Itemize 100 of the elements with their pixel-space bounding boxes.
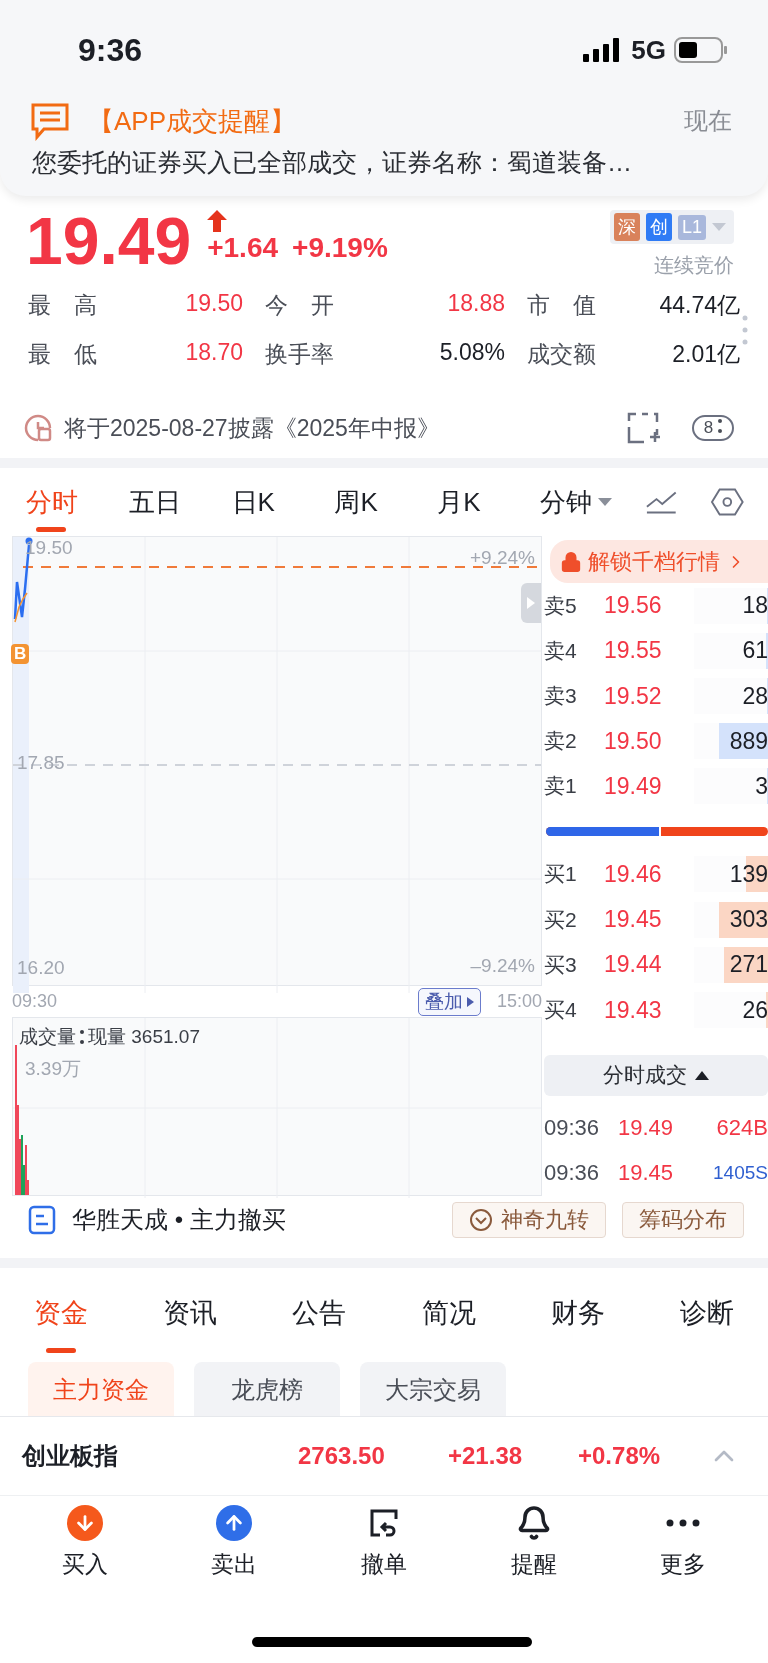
notification-card[interactable]: 9:36 5G 【APP成交提醒】 现在 您委托的证券买入已全部成交，证券名称：蜀道装备…: [0, 0, 768, 196]
notification-time: 现在: [684, 106, 732, 136]
index-name: 创业板指: [22, 1441, 119, 1471]
nav-item[interactable]: 更多: [623, 1504, 744, 1581]
bid-price: 19.46: [604, 861, 663, 888]
ask-level: 卖4: [544, 637, 578, 664]
chevron-circle-icon: [469, 1208, 493, 1232]
settings-icon[interactable]: [711, 487, 744, 517]
index-ticker[interactable]: 创业板指 2763.50 +21.38 +0.78%: [0, 1416, 768, 1496]
signal-text[interactable]: 华胜天成 • 主力撤买: [72, 1204, 436, 1236]
notification-body: 您委托的证券买入已全部成交，证券名称：蜀道装备…: [31, 147, 633, 178]
bid-level: 买1: [544, 861, 578, 888]
battery-icon: [674, 37, 728, 63]
ask-price: 19.52: [604, 682, 663, 710]
chart-tab[interactable]: 五日: [126, 472, 230, 532]
nav-item[interactable]: 撤单: [324, 1504, 444, 1581]
axis-label: 16.20: [17, 956, 65, 979]
chart-tab[interactable]: 分时: [24, 472, 127, 532]
caret-icon: [712, 223, 726, 231]
more-vertical-icon[interactable]: [80, 1029, 84, 1046]
signal-button[interactable]: 神奇九转: [452, 1202, 606, 1238]
time-label: 15:00: [496, 991, 542, 1012]
volume-label: 成交量: [19, 1025, 76, 1050]
bid-price: 19.45: [604, 906, 663, 934]
trade-volume: 1405S: [712, 1162, 768, 1185]
bid-level: 买3: [544, 951, 578, 978]
overlay-button[interactable]: 叠加: [417, 987, 481, 1016]
bid-volume: 271: [729, 951, 768, 979]
screenshot-icon[interactable]: [625, 411, 660, 445]
axis-label: +9.24%: [470, 547, 535, 569]
more-vertical-icon: [718, 419, 722, 433]
sub-tab[interactable]: 大宗交易: [360, 1362, 506, 1416]
section-tab[interactable]: 诊断: [679, 1285, 734, 1353]
ask-price: 19.50: [604, 727, 663, 755]
disclosure-notice[interactable]: 将于2025-08-27披露《2025年中报》: [64, 412, 616, 444]
trade-time: 09:36: [544, 1160, 601, 1187]
stat-value: 19.50: [185, 290, 243, 318]
chart-tab[interactable]: 月K: [435, 472, 538, 532]
section-tab[interactable]: 财务: [550, 1285, 605, 1353]
up-arrow-icon: [207, 210, 228, 232]
time-label: 09:30: [12, 991, 58, 1012]
stat-value: 18.88: [447, 290, 505, 318]
market-tag: L1: [677, 214, 706, 240]
nav-item[interactable]: 卖出: [174, 1504, 295, 1581]
caret-icon: [598, 498, 612, 506]
market-tag: 创: [645, 213, 672, 241]
current-volume: 现量 3651.07: [88, 1025, 200, 1050]
signal-button[interactable]: 筹码分布: [622, 1202, 744, 1238]
bid-level: 买2: [544, 906, 578, 933]
ask-price: 19.56: [604, 592, 663, 620]
section-tab[interactable]: 资讯: [163, 1285, 218, 1353]
bid-price: 19.44: [604, 951, 663, 979]
market-tag: 深: [613, 213, 640, 241]
line-chart-icon[interactable]: [644, 489, 678, 515]
ask-level: 卖1: [544, 773, 578, 800]
stat-value: 2.01亿: [672, 340, 740, 369]
caret-up-icon: [695, 1070, 709, 1080]
section-tab[interactable]: 公告: [292, 1285, 347, 1353]
nav-item[interactable]: 买入: [24, 1504, 145, 1581]
report-icon: [22, 412, 54, 444]
chart-tab[interactable]: 分钟: [538, 472, 641, 532]
trade-price: 19.45: [618, 1160, 675, 1187]
trading-status: 连续竞价: [654, 253, 734, 278]
stat-label: 成交额: [527, 340, 596, 369]
message-icon: [30, 101, 70, 141]
sub-tab[interactable]: 龙虎榜: [194, 1362, 340, 1416]
more-icon: [666, 1519, 701, 1527]
expand-handle[interactable]: [521, 583, 541, 623]
bid-volume: 303: [729, 906, 768, 934]
ask-price: 19.49: [604, 772, 663, 800]
ask-level: 卖3: [544, 683, 578, 710]
count-pill[interactable]: 8: [691, 415, 734, 441]
ask-volume: 18: [742, 592, 768, 620]
bid-volume: 139: [729, 861, 768, 888]
percent-change: +9.19%: [292, 232, 388, 264]
stat-label: 市 值: [527, 291, 596, 320]
index-change: +21.38: [448, 1442, 524, 1470]
ask-level: 卖2: [544, 728, 578, 755]
chart-tab[interactable]: 周K: [332, 472, 436, 532]
volume-chart[interactable]: 成交量 现量 3651.07 3.39万: [12, 1017, 542, 1196]
section-tab[interactable]: 简况: [421, 1285, 476, 1353]
trades-header[interactable]: 分时成交: [544, 1054, 768, 1096]
stat-label: 最 高: [28, 291, 97, 320]
stat-value: 44.74亿: [659, 291, 740, 320]
price-change: +1.64: [207, 232, 279, 264]
section-tab[interactable]: 资金: [34, 1285, 88, 1353]
axis-label: 17.85: [17, 752, 65, 774]
bid-volume: 26: [742, 996, 768, 1024]
nav-item[interactable]: 提醒: [473, 1504, 594, 1581]
chart-tab[interactable]: 日K: [229, 472, 333, 532]
trade-volume: 624B: [715, 1115, 768, 1142]
notification-title: 【APP成交提醒】: [88, 104, 298, 138]
index-percent: +0.78%: [578, 1442, 662, 1470]
stat-value: 5.08%: [439, 339, 505, 367]
stock-price: 19.49: [26, 204, 192, 278]
stat-value: 18.70: [185, 339, 243, 367]
market-badges[interactable]: 深 创 L1: [609, 210, 734, 244]
trade-time: 09:36: [544, 1115, 601, 1142]
stat-label: 今 开: [265, 291, 334, 320]
bid-price: 19.43: [604, 996, 663, 1024]
